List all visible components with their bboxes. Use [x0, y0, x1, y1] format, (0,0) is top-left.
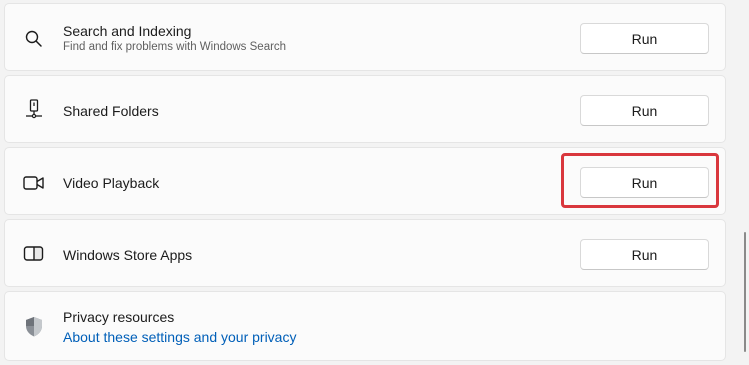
troubleshooter-title: Search and Indexing: [63, 23, 192, 39]
run-shared-folders-button[interactable]: Run: [580, 95, 709, 126]
video-camera-icon: [23, 172, 45, 194]
privacy-title: Privacy resources: [63, 309, 175, 325]
troubleshooter-windows-store-apps: Windows Store Apps Run: [4, 219, 726, 287]
troubleshooter-title: Windows Store Apps: [63, 247, 193, 263]
shared-folder-icon: [23, 99, 45, 121]
search-icon: [23, 28, 45, 50]
troubleshooter-search-indexing: Search and Indexing Find and fix problem…: [4, 3, 726, 71]
scrollbar[interactable]: [744, 232, 746, 352]
run-windows-store-apps-button[interactable]: Run: [580, 239, 709, 270]
run-search-indexing-button[interactable]: Run: [580, 23, 709, 54]
shield-icon: [23, 316, 45, 338]
troubleshooter-description: Find and fix problems with Windows Searc…: [63, 41, 287, 53]
privacy-link[interactable]: About these settings and your privacy: [63, 329, 296, 345]
store-apps-icon: [23, 243, 45, 265]
privacy-resources: Privacy resources About these settings a…: [4, 291, 726, 361]
troubleshooter-title: Video Playback: [63, 175, 160, 191]
troubleshooter-shared-folders: Shared Folders Run: [4, 75, 726, 143]
troubleshooter-title: Shared Folders: [63, 103, 159, 119]
highlight-box: [561, 153, 719, 208]
troubleshooters-page: Search and Indexing Find and fix problem…: [0, 0, 749, 365]
